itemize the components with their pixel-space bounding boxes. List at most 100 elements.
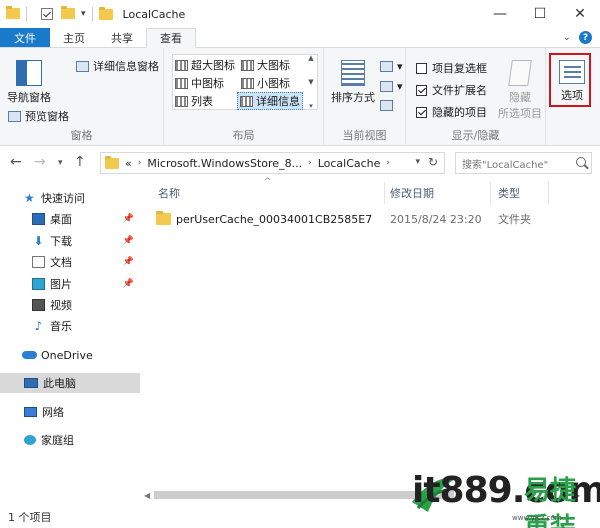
back-icon[interactable]: ←	[10, 154, 22, 170]
help-icon[interactable]: ?	[579, 31, 592, 44]
address-dropdown-icon[interactable]: ▾	[415, 157, 420, 167]
add-columns-dropdown-icon: ▾	[397, 80, 403, 93]
show-hide-group-label: 显示/隐藏	[451, 129, 500, 142]
navigation-pane-label: 导航窗格	[7, 91, 51, 104]
nav-videos[interactable]: 视频	[0, 295, 140, 315]
computer-icon	[24, 378, 38, 388]
minimize-button[interactable]: —	[480, 0, 520, 28]
scroll-left-icon[interactable]: ◀	[144, 491, 154, 500]
add-columns-button[interactable]: ▾	[380, 80, 403, 93]
nav-downloads[interactable]: ⬇ 下载 📌	[0, 231, 140, 251]
breadcrumb-localcache[interactable]: LocalCache	[318, 157, 381, 170]
column-divider[interactable]	[384, 182, 385, 204]
address-overflow[interactable]: «	[125, 157, 132, 170]
nav-homegroup[interactable]: 家庭组	[0, 430, 140, 450]
layout-list[interactable]: 列表	[175, 93, 213, 109]
nav-network-label: 网络	[42, 406, 64, 419]
hidden-items-checkbox[interactable]	[416, 106, 427, 118]
item-checkboxes-label: 项目复选框	[432, 62, 487, 75]
breadcrumb-separator-icon[interactable]: ›	[386, 158, 390, 168]
tab-view[interactable]: 查看	[146, 28, 196, 48]
hidden-items-toggle[interactable]: 隐藏的项目	[416, 104, 487, 120]
column-header-type[interactable]: 类型	[498, 182, 520, 204]
group-by-button[interactable]: ▾	[380, 60, 403, 73]
up-icon[interactable]: ↑	[74, 154, 86, 170]
pin-icon[interactable]: 📌	[123, 257, 134, 267]
nav-music-label: 音乐	[50, 320, 72, 333]
preview-pane-button[interactable]: 预览窗格	[8, 108, 69, 124]
file-extensions-toggle[interactable]: 文件扩展名	[416, 82, 487, 98]
gallery-up-icon[interactable]: ▲	[308, 54, 313, 62]
tab-home[interactable]: 主页	[50, 28, 98, 47]
pin-icon[interactable]: 📌	[123, 214, 134, 224]
close-button[interactable]: ✕	[560, 0, 600, 28]
column-header-name[interactable]: 名称	[158, 182, 180, 204]
file-name: perUserCache_00034001CB2585E7	[176, 212, 373, 226]
column-header-date[interactable]: 修改日期	[390, 182, 434, 204]
hidden-items-label: 隐藏的项目	[432, 106, 487, 119]
download-icon: ⬇	[33, 234, 44, 248]
list-icon	[175, 95, 188, 107]
nav-onedrive-label: OneDrive	[41, 348, 93, 362]
nav-onedrive[interactable]: OneDrive	[0, 345, 140, 365]
nav-this-pc[interactable]: 此电脑	[0, 373, 140, 393]
search-placeholder: 搜索"LocalCache"	[462, 159, 549, 171]
tab-share[interactable]: 共享	[98, 28, 146, 47]
navigation-pane-icon	[16, 60, 42, 86]
recent-locations-icon[interactable]: ▾	[58, 158, 63, 168]
pin-icon[interactable]: 📌	[123, 236, 134, 246]
nav-pictures[interactable]: 图片 📌	[0, 274, 140, 294]
layout-large-icons[interactable]: 大图标	[241, 57, 290, 73]
window-title: LocalCache	[122, 7, 186, 21]
address-bar[interactable]: « › Microsoft.WindowsStore_8... › LocalC…	[100, 152, 445, 174]
layout-small-label: 小图标	[257, 77, 290, 90]
file-extensions-label: 文件扩展名	[432, 84, 487, 97]
layout-details[interactable]: 详细信息	[237, 92, 303, 110]
nav-network[interactable]: 网络	[0, 402, 140, 422]
layout-extra-large-icons[interactable]: 超大图标	[175, 57, 235, 73]
sort-by-button[interactable]: 排序方式	[328, 60, 378, 105]
watermark-logo: it889.com 易捷重装 www.yjcz.com	[408, 466, 600, 528]
nav-documents[interactable]: 文档 📌	[0, 252, 140, 272]
column-divider[interactable]	[490, 182, 491, 204]
sort-by-label: 排序方式	[331, 91, 375, 104]
tab-file[interactable]: 文件	[0, 28, 50, 47]
details-pane-button[interactable]: 详细信息窗格	[76, 58, 159, 74]
layout-gallery: 超大图标 大图标 中图标 小图标 列表 详细信息	[172, 54, 318, 110]
layout-medium-icons[interactable]: 中图标	[175, 75, 224, 91]
breadcrumb-separator-icon[interactable]: ›	[138, 158, 142, 168]
forward-icon[interactable]: →	[34, 154, 46, 170]
nav-quick-access[interactable]: ★ 快速访问	[0, 188, 140, 208]
ribbon-tabs: 文件 主页 共享 查看 ⌄ ?	[0, 28, 600, 48]
breadcrumb-separator-icon[interactable]: ›	[308, 158, 312, 168]
refresh-icon[interactable]: ↻	[428, 155, 438, 169]
properties-quick-icon[interactable]	[41, 8, 53, 20]
layout-gallery-scroll[interactable]: ▲ ▼ ▾	[305, 54, 317, 110]
pin-icon[interactable]: 📌	[123, 279, 134, 289]
breadcrumb-windowsstore[interactable]: Microsoft.WindowsStore_8...	[147, 157, 302, 170]
network-icon	[24, 407, 37, 417]
nav-music[interactable]: ♪ 音乐	[0, 316, 140, 336]
search-icon[interactable]	[576, 157, 586, 167]
item-checkboxes-toggle[interactable]: 项目复选框	[416, 60, 487, 76]
gallery-down-icon[interactable]: ▼	[308, 78, 313, 86]
item-checkboxes-checkbox[interactable]	[416, 62, 427, 74]
maximize-button[interactable]: ☐	[520, 0, 560, 28]
customize-quick-access-icon[interactable]: ▾	[81, 9, 86, 19]
column-divider[interactable]	[548, 182, 549, 204]
layout-extra-large-label: 超大图标	[191, 59, 235, 72]
homegroup-icon	[24, 435, 36, 445]
navigation-pane-button[interactable]: 导航窗格	[4, 60, 54, 105]
expand-ribbon-icon[interactable]: ⌄	[563, 32, 571, 43]
hide-selected-button[interactable]: 隐藏 所选项目	[496, 60, 544, 121]
table-row[interactable]: perUserCache_00034001CB2585E7 2015/8/24 …	[156, 208, 576, 230]
search-input[interactable]: 搜索"LocalCache"	[455, 152, 592, 174]
address-row: ← → ▾ ↑ « › Microsoft.WindowsStore_8... …	[0, 146, 600, 180]
size-columns-button[interactable]	[380, 100, 397, 111]
extra-large-icons-icon	[175, 59, 188, 71]
new-folder-quick-icon[interactable]	[61, 6, 75, 20]
file-extensions-checkbox[interactable]	[416, 84, 427, 96]
gallery-more-icon[interactable]: ▾	[309, 102, 313, 110]
layout-small-icons[interactable]: 小图标	[241, 75, 290, 91]
nav-desktop[interactable]: 桌面 📌	[0, 209, 140, 229]
